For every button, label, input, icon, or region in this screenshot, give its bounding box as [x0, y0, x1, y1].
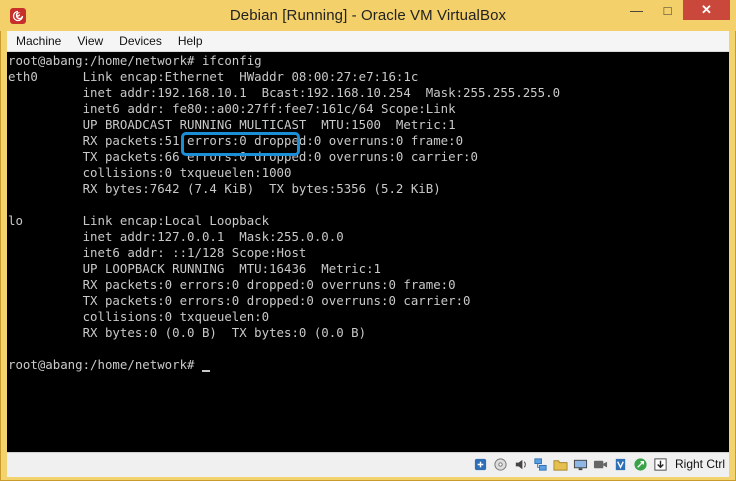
terminal-line: collisions:0 txqueuelen:0	[8, 309, 270, 324]
menu-bar: Machine View Devices Help	[7, 31, 729, 52]
close-button[interactable]: ✕	[683, 0, 730, 20]
menu-devices[interactable]: Devices	[111, 31, 170, 51]
network-icon[interactable]	[532, 455, 550, 473]
ip-address-highlight	[181, 132, 300, 156]
shared-folder-icon[interactable]	[552, 455, 570, 473]
status-bar: Right Ctrl	[7, 452, 729, 477]
terminal-line: RX packets:0 errors:0 dropped:0 overruns…	[8, 277, 456, 292]
menu-help[interactable]: Help	[170, 31, 211, 51]
maximize-button[interactable]: □	[652, 0, 683, 20]
terminal-line: lo Link encap:Local Loopback	[8, 213, 270, 228]
audio-icon[interactable]	[512, 455, 530, 473]
minimize-button[interactable]: —	[621, 0, 652, 20]
terminal-line: RX bytes:7642 (7.4 KiB) TX bytes:5356 (5…	[8, 181, 441, 196]
terminal-line: UP BROADCAST RUNNING MULTICAST MTU:1500 …	[8, 117, 456, 132]
window-controls: — □ ✕	[621, 0, 730, 22]
terminal-line: eth0 Link encap:Ethernet HWaddr 08:00:27…	[8, 69, 419, 84]
vm-terminal-screen[interactable]: root@abang:/home/network# ifconfig eth0 …	[7, 52, 729, 452]
video-capture-icon[interactable]	[592, 455, 610, 473]
usb-icon[interactable]	[472, 455, 490, 473]
terminal-line: inet6 addr: ::1/128 Scope:Host	[8, 245, 307, 260]
terminal-line: TX packets:0 errors:0 dropped:0 overruns…	[8, 293, 471, 308]
host-key-label: Right Ctrl	[674, 457, 725, 471]
optical-disk-icon[interactable]	[492, 455, 510, 473]
terminal-line: RX bytes:0 (0.0 B) TX bytes:0 (0.0 B)	[8, 325, 367, 340]
menu-machine[interactable]: Machine	[7, 31, 69, 51]
virtualbox-window: Debian [Running] - Oracle VM VirtualBox …	[0, 0, 736, 481]
text-cursor	[201, 370, 210, 372]
keyboard-capture-icon[interactable]	[652, 455, 670, 473]
mouse-integration-icon[interactable]	[632, 455, 650, 473]
title-bar[interactable]: Debian [Running] - Oracle VM VirtualBox …	[0, 0, 736, 31]
terminal-line: inet6 addr: fe80::a00:27ff:fee7:161c/64 …	[8, 101, 456, 116]
display-icon[interactable]	[572, 455, 590, 473]
status-icons: Right Ctrl	[472, 455, 725, 473]
terminal-line: inet addr:192.168.10.1 Bcast:192.168.10.…	[8, 85, 561, 100]
terminal-prompt-line: root@abang:/home/network#	[8, 357, 210, 373]
menu-view[interactable]: View	[69, 31, 111, 51]
terminal-line: collisions:0 txqueuelen:1000	[8, 165, 292, 180]
terminal-line: root@abang:/home/network# ifconfig	[8, 53, 262, 68]
terminal-line: UP LOOPBACK RUNNING MTU:16436 Metric:1	[8, 261, 381, 276]
virtualization-icon[interactable]	[612, 455, 630, 473]
terminal-prompt: root@abang:/home/network#	[8, 357, 202, 372]
terminal-line: inet addr:127.0.0.1 Mask:255.0.0.0	[8, 229, 344, 244]
